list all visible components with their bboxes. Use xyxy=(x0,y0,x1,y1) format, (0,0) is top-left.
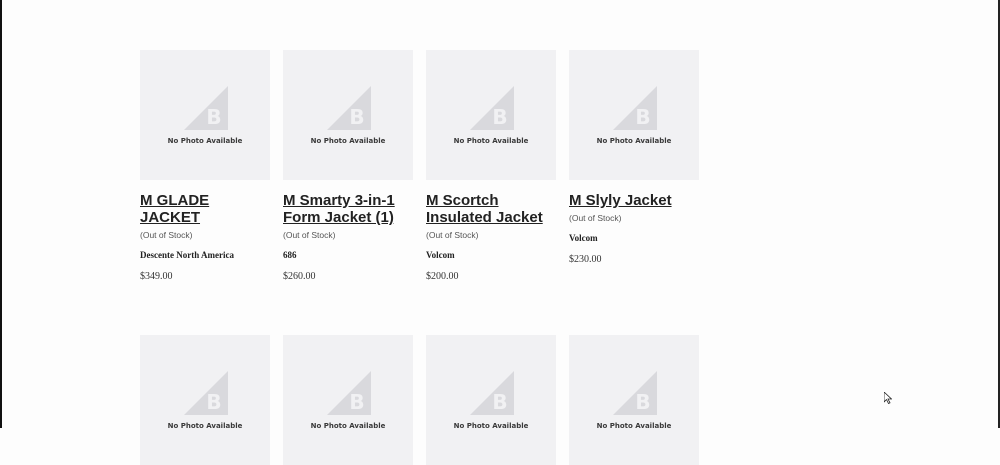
no-photo-label: No Photo Available xyxy=(453,422,529,430)
product-image-placeholder[interactable]: B No Photo Available xyxy=(569,335,699,465)
svg-text:B: B xyxy=(492,105,507,129)
product-name-link[interactable]: M Scortch Insulated Jacket xyxy=(426,192,556,226)
bigcommerce-b-logo-icon: B xyxy=(470,86,514,130)
svg-text:B: B xyxy=(349,390,364,414)
no-photo-label: No Photo Available xyxy=(167,422,243,430)
product-card: B No Photo Available xyxy=(426,335,556,465)
product-name-link[interactable]: M GLADE JACKET xyxy=(140,192,270,226)
svg-text:B: B xyxy=(206,390,221,414)
no-photo-label: No Photo Available xyxy=(310,422,386,430)
bigcommerce-b-logo-icon: B xyxy=(613,371,657,415)
product-card: B No Photo Available M Smarty 3-in-1 For… xyxy=(283,50,413,282)
product-image-placeholder[interactable]: B No Photo Available xyxy=(426,50,556,180)
no-photo-label: No Photo Available xyxy=(167,137,243,145)
no-photo-label: No Photo Available xyxy=(596,137,672,145)
no-photo-label: No Photo Available xyxy=(596,422,672,430)
product-price: $260.00 xyxy=(283,271,316,282)
svg-text:B: B xyxy=(206,105,221,129)
no-photo-label: No Photo Available xyxy=(310,137,386,145)
product-brand: Volcom xyxy=(426,250,455,260)
svg-text:B: B xyxy=(635,390,650,414)
product-image-placeholder[interactable]: B No Photo Available xyxy=(140,50,270,180)
svg-text:B: B xyxy=(349,105,364,129)
stock-status: (Out of Stock) xyxy=(140,230,193,240)
product-image-placeholder[interactable]: B No Photo Available xyxy=(283,50,413,180)
bigcommerce-b-logo-icon: B xyxy=(184,86,228,130)
bigcommerce-b-logo-icon: B xyxy=(184,371,228,415)
product-image-placeholder[interactable]: B No Photo Available xyxy=(283,335,413,465)
product-card: B No Photo Available xyxy=(140,335,270,465)
product-price: $200.00 xyxy=(426,271,459,282)
svg-text:B: B xyxy=(492,390,507,414)
product-card: B No Photo Available M GLADE JACKET (Out… xyxy=(140,50,270,282)
bigcommerce-b-logo-icon: B xyxy=(327,86,371,130)
product-grid-row-1: B No Photo Available M GLADE JACKET (Out… xyxy=(140,50,699,282)
product-card: B No Photo Available M Scortch Insulated… xyxy=(426,50,556,282)
product-card: B No Photo Available M Slyly Jacket (Out… xyxy=(569,50,699,282)
product-card: B No Photo Available xyxy=(283,335,413,465)
stock-status: (Out of Stock) xyxy=(426,230,479,240)
product-name-link[interactable]: M Smarty 3-in-1 Form Jacket (1) xyxy=(283,192,413,226)
bigcommerce-b-logo-icon: B xyxy=(613,86,657,130)
product-name-link[interactable]: M Slyly Jacket xyxy=(569,192,699,209)
product-brand: 686 xyxy=(283,250,297,260)
product-grid-row-2: B No Photo Available B No Photo Availabl… xyxy=(140,335,699,465)
stock-status: (Out of Stock) xyxy=(569,213,622,223)
svg-text:B: B xyxy=(635,105,650,129)
product-image-placeholder[interactable]: B No Photo Available xyxy=(426,335,556,465)
product-price: $349.00 xyxy=(140,271,173,282)
bigcommerce-b-logo-icon: B xyxy=(327,371,371,415)
product-image-placeholder[interactable]: B No Photo Available xyxy=(140,335,270,465)
product-brand: Volcom xyxy=(569,233,598,243)
product-brand: Descente North America xyxy=(140,250,234,260)
product-price: $230.00 xyxy=(569,254,602,265)
stock-status: (Out of Stock) xyxy=(283,230,336,240)
bigcommerce-b-logo-icon: B xyxy=(470,371,514,415)
product-image-placeholder[interactable]: B No Photo Available xyxy=(569,50,699,180)
window-border-left xyxy=(0,0,2,428)
product-card: B No Photo Available xyxy=(569,335,699,465)
no-photo-label: No Photo Available xyxy=(453,137,529,145)
mouse-pointer-icon xyxy=(884,392,892,404)
